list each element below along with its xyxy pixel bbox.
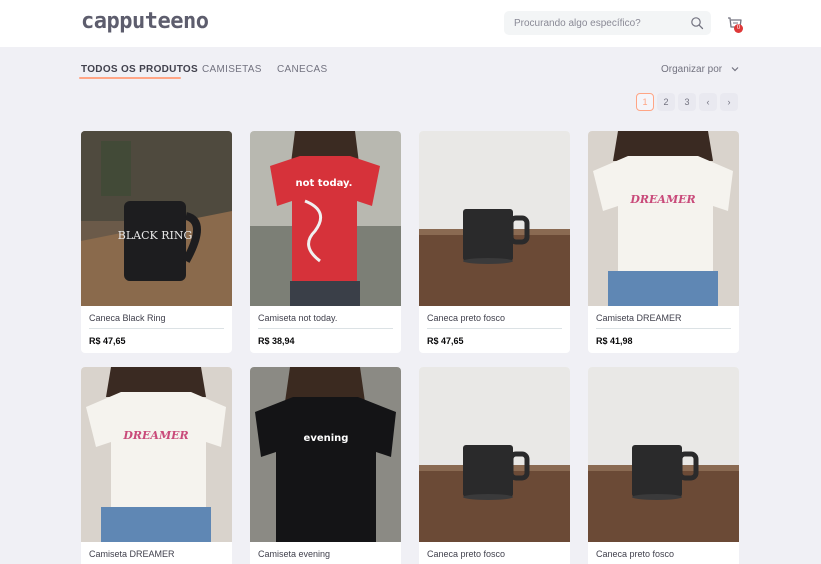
header: capputeeno 0 xyxy=(0,0,821,47)
divider xyxy=(596,328,731,329)
chevron-down-icon xyxy=(731,67,739,72)
product-name: Camiseta DREAMER xyxy=(89,549,175,559)
search-input[interactable] xyxy=(504,11,684,35)
logo[interactable]: capputeeno xyxy=(81,9,209,34)
product-price: R$ 47,65 xyxy=(427,336,464,346)
product-name: Camiseta not today. xyxy=(258,313,338,323)
divider xyxy=(89,328,224,329)
prev-page-button[interactable]: ‹ xyxy=(699,93,717,111)
active-tab-underline xyxy=(79,77,181,79)
product-name: Caneca preto fosco xyxy=(427,549,506,559)
product-card[interactable]: DREAMER Camiseta DREAMER R$ 41,98 xyxy=(588,131,739,353)
page-button-1[interactable]: 1 xyxy=(636,93,654,111)
product-card[interactable]: BLACK RING Caneca Black Ring R$ 47,65 xyxy=(81,131,232,353)
product-card[interactable]: DREAMER Camiseta DREAMER xyxy=(81,367,232,564)
shirt-print-text: evening xyxy=(304,433,349,444)
product-card[interactable]: Caneca preto fosco R$ 47,65 xyxy=(419,131,570,353)
product-card[interactable]: not today. Camiseta not today. R$ 38,94 xyxy=(250,131,401,353)
sort-dropdown[interactable]: Organizar por xyxy=(661,64,739,75)
product-image-tshirt-evening: evening xyxy=(250,367,401,542)
product-image-mug-matte-black xyxy=(419,131,570,306)
tab-all-products[interactable]: TODOS OS PRODUTOS xyxy=(81,64,198,75)
shirt-print-text: DREAMER xyxy=(629,193,695,206)
product-name: Camiseta DREAMER xyxy=(596,313,682,323)
shirt-print-text: DREAMER xyxy=(122,429,188,442)
tab-mugs[interactable]: CANECAS xyxy=(277,64,327,75)
sort-label: Organizar por xyxy=(661,64,723,75)
product-price: R$ 38,94 xyxy=(258,336,295,346)
product-image-mug-matte-black xyxy=(588,367,739,542)
product-price: R$ 41,98 xyxy=(596,336,633,346)
product-image-mug-black-ring: BLACK RING xyxy=(81,131,232,306)
divider xyxy=(427,328,562,329)
page-button-3[interactable]: 3 xyxy=(678,93,696,111)
tab-shirts[interactable]: CAMISETAS xyxy=(202,64,262,75)
product-price: R$ 47,65 xyxy=(89,336,126,346)
search-box[interactable] xyxy=(504,11,711,35)
page-button-2[interactable]: 2 xyxy=(657,93,675,111)
product-name: Caneca preto fosco xyxy=(596,549,675,559)
product-card[interactable]: Caneca preto fosco xyxy=(588,367,739,564)
product-name: Camiseta evening xyxy=(258,549,331,559)
product-name: Caneca preto fosco xyxy=(427,313,506,323)
product-image-tshirt-dreamer: DREAMER xyxy=(81,367,232,542)
product-name: Caneca Black Ring xyxy=(89,313,166,323)
product-card[interactable]: evening Camiseta evening xyxy=(250,367,401,564)
next-page-button[interactable]: › xyxy=(720,93,738,111)
mug-print-text: BLACK RING xyxy=(118,229,193,242)
product-image-tshirt-dreamer: DREAMER xyxy=(588,131,739,306)
shirt-print-text: not today. xyxy=(296,178,353,189)
divider xyxy=(258,328,393,329)
product-image-mug-matte-black xyxy=(419,367,570,542)
search-icon[interactable] xyxy=(690,16,704,30)
product-card[interactable]: Caneca preto fosco xyxy=(419,367,570,564)
cart-count-badge: 0 xyxy=(734,24,743,33)
product-image-tshirt-not-today: not today. xyxy=(250,131,401,306)
